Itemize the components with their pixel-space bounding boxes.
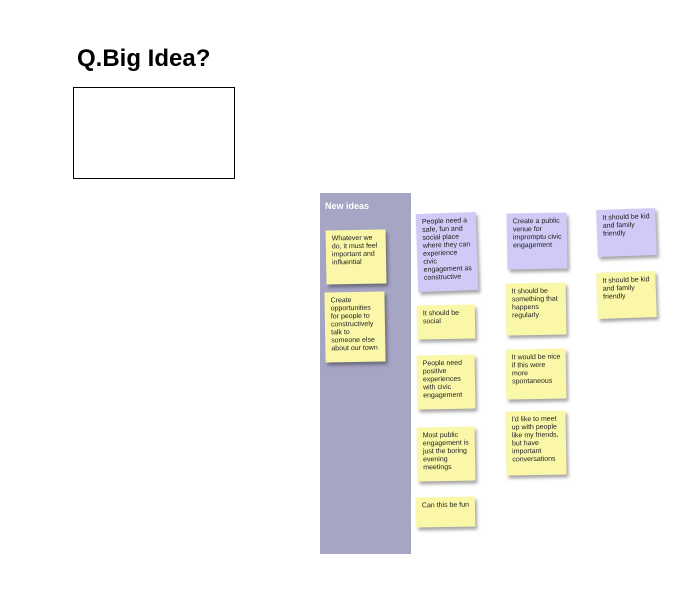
sticky-note[interactable]: It should be social [416,304,476,340]
sticky-note-text: Create opportunities for people to const… [330,297,378,353]
column-title: New ideas [325,201,370,211]
sticky-note[interactable]: Can this be fun [415,496,476,528]
sticky-note-text: It should be something that happens regu… [511,287,558,320]
sticky-note[interactable]: It would be nice if this were more spont… [505,348,567,400]
sticky-note-text: Most public engagement is just the borin… [422,431,469,472]
sticky-note[interactable]: It should be kid and family friendly [596,207,657,258]
page-title: Q.Big Idea? [77,45,211,72]
sticky-note-text: It should be kid and family friendly [602,276,650,301]
sticky-note[interactable]: It should be something that happens regu… [505,282,567,336]
sticky-note[interactable]: Create opportunities for people to const… [324,291,386,363]
sticky-note-text: Whatever we do, it must feel important a… [331,234,378,267]
sticky-note-text: People need a safe, fun and social place… [421,217,472,282]
sticky-note-text: People need positive experiences with ci… [422,359,463,400]
sticky-note[interactable]: It should be kid and family friendly [596,270,657,320]
sticky-note[interactable]: Whatever we do, it must feel important a… [325,229,387,285]
answer-box[interactable] [73,87,235,179]
sticky-note-text: It would be nice if this were more spont… [511,353,561,386]
sticky-note[interactable]: I'd like to meet up with people like my … [505,410,567,476]
sticky-note-text: Create a public venue for impromptu civi… [512,217,562,250]
sticky-note[interactable]: People need a safe, fun and social place… [415,211,479,293]
sticky-note-text: Can this be fun [421,501,470,510]
sticky-note[interactable]: Most public engagement is just the borin… [416,426,476,482]
sticky-note-text: It should be social [422,309,460,326]
sticky-note[interactable]: People need positive experiences with ci… [416,354,476,410]
sticky-note-text: I'd like to meet up with people like my … [511,415,559,464]
sticky-note[interactable]: Create a public venue for impromptu civi… [506,212,568,270]
sticky-note-text: It should be kid and family friendly [602,213,650,238]
